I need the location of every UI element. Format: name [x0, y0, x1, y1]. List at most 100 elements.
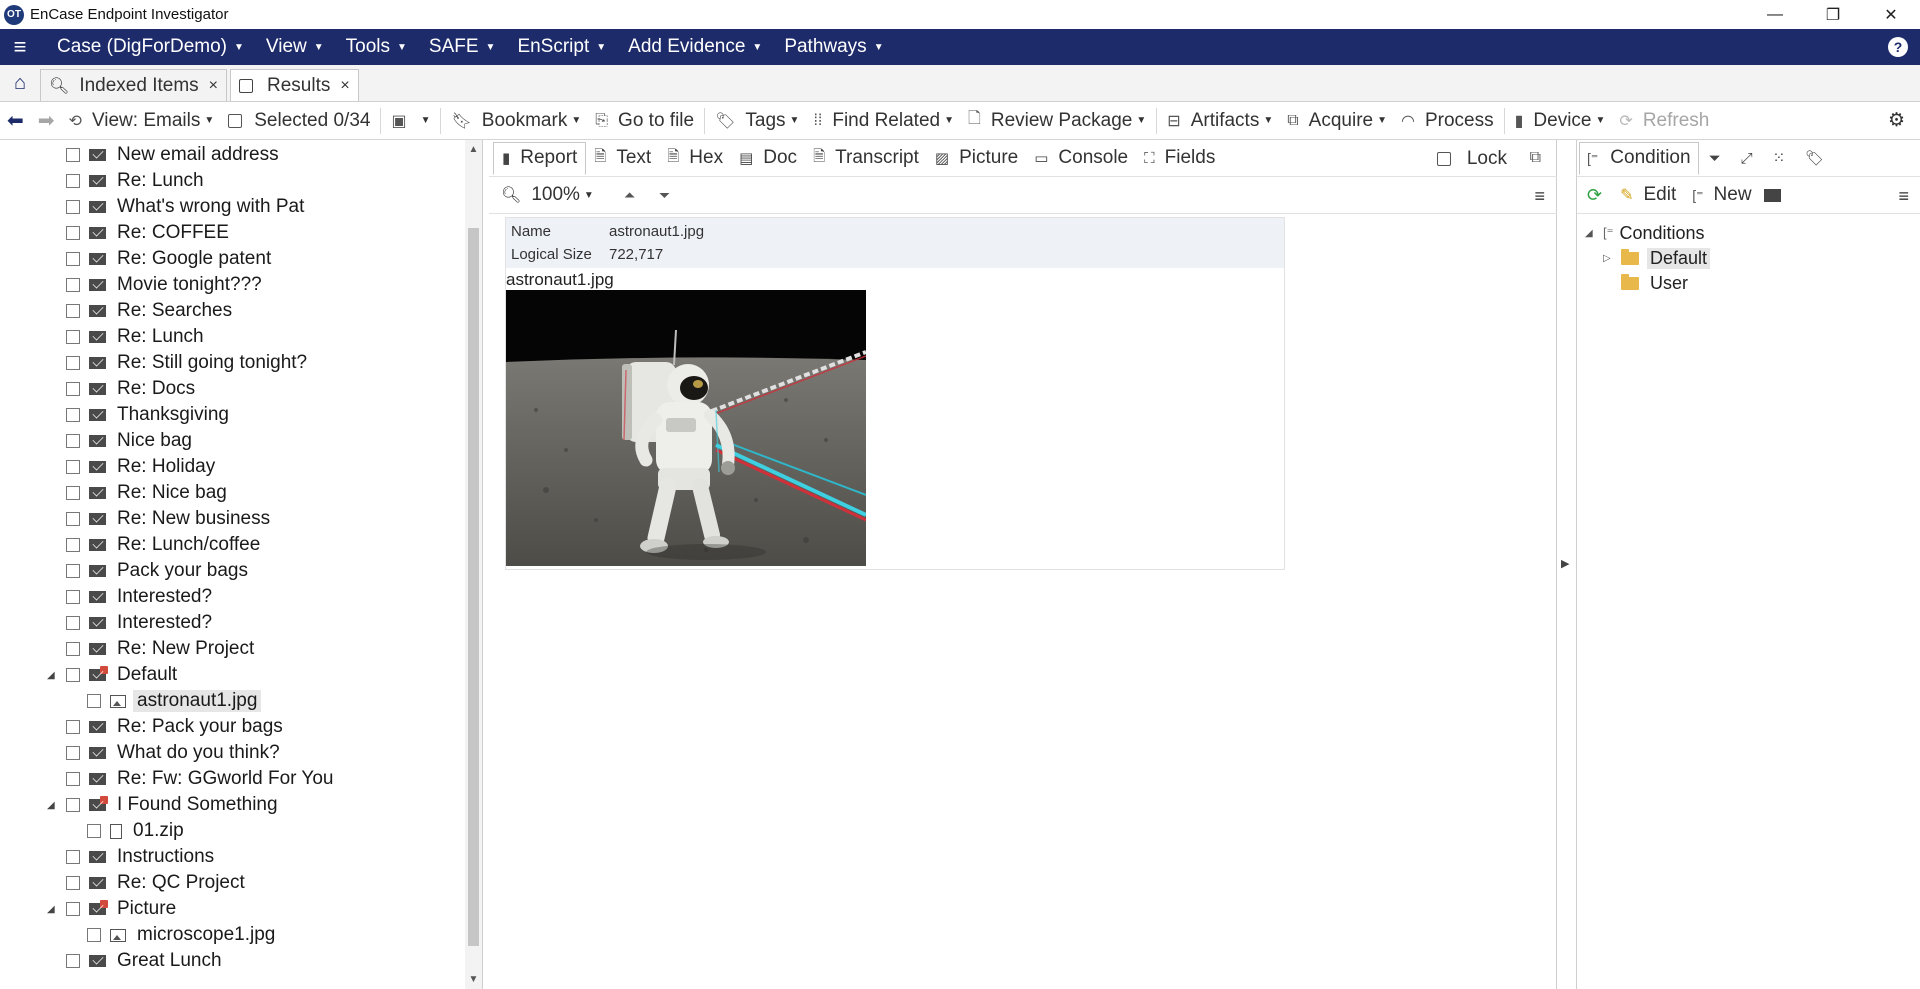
tag-icon[interactable]: 🏷︎: [1805, 149, 1824, 167]
tree-item-email[interactable]: ◢ I Found Something: [47, 792, 278, 818]
tree-item-checkbox[interactable]: [66, 460, 80, 474]
page-down-icon[interactable]: ⏷: [659, 187, 670, 204]
tree-item-checkbox[interactable]: [66, 850, 80, 864]
pencil-icon[interactable]: ✎: [1620, 185, 1633, 205]
tree-item-checkbox[interactable]: [66, 408, 80, 422]
tree-item-checkbox[interactable]: [66, 590, 80, 604]
expand-arrow-icon[interactable]: ▷: [1603, 253, 1613, 264]
tree-item-checkbox[interactable]: [66, 226, 80, 240]
lock-checkbox[interactable]: [1436, 151, 1451, 166]
collapse-arrow-icon[interactable]: ◢: [47, 670, 55, 681]
tree-item-email[interactable]: Re: New business: [66, 506, 270, 532]
tree-item-checkbox[interactable]: [66, 278, 80, 292]
conditions-root[interactable]: ◢ [⁼ Conditions: [1585, 221, 1705, 245]
tab-console[interactable]: ▭ Console: [1026, 142, 1136, 175]
close-tab-icon[interactable]: ×: [209, 77, 218, 95]
tree-item-email[interactable]: Thanksgiving: [66, 402, 229, 428]
tree-item-email[interactable]: Re: Lunch: [66, 324, 204, 350]
tree-item-email[interactable]: Re: QC Project: [66, 870, 245, 896]
collapse-arrow-icon[interactable]: ◢: [47, 800, 55, 811]
tree-item-checkbox[interactable]: [66, 148, 80, 162]
device-button[interactable]: ▮ Device ▼: [1508, 102, 1613, 140]
tree-item-checkbox[interactable]: [66, 252, 80, 266]
tab-hex[interactable]: 🗎︎ Hex: [659, 142, 731, 175]
review-package-button[interactable]: 🗋︎ Review Package ▼: [961, 102, 1153, 140]
lock-toggle[interactable]: Lock: [1436, 140, 1507, 177]
tree-scrollbar[interactable]: ▲ ▼: [465, 140, 482, 989]
tree-item-checkbox[interactable]: [66, 356, 80, 370]
query-icon[interactable]: ⤢: [1741, 150, 1753, 167]
tree-item-checkbox[interactable]: [66, 616, 80, 630]
conditions-options-menu-icon[interactable]: ≡: [1898, 186, 1909, 207]
new-folder-icon[interactable]: [1763, 188, 1781, 202]
close-window-button[interactable]: ✕: [1862, 0, 1920, 29]
tree-item-email[interactable]: Nice bag: [66, 428, 192, 454]
tree-item-email[interactable]: Re: Searches: [66, 298, 232, 324]
scroll-thumb[interactable]: [468, 228, 479, 946]
tree-item-checkbox[interactable]: [66, 174, 80, 188]
restore-button[interactable]: ❐: [1804, 0, 1862, 29]
tree-item-checkbox[interactable]: [87, 824, 101, 838]
tab-indexed-items[interactable]: 🔍︎ Indexed Items ×: [40, 69, 227, 101]
help-icon[interactable]: ?: [1888, 37, 1908, 57]
tree-item-checkbox[interactable]: [66, 954, 80, 968]
tree-item-email[interactable]: Re: COFFEE: [66, 220, 229, 246]
tree-item-email[interactable]: Re: Docs: [66, 376, 195, 402]
tree-item-checkbox[interactable]: [66, 876, 80, 890]
tree-item-file[interactable]: 01.zip: [87, 818, 184, 844]
tab-doc[interactable]: ▤ Doc: [731, 142, 805, 175]
tree-item-checkbox[interactable]: [66, 772, 80, 786]
artifacts-button[interactable]: ⊟ Artifacts ▼: [1160, 102, 1280, 140]
filter-icon[interactable]: ⏷: [1709, 150, 1721, 167]
menu-safe[interactable]: SAFE ▼: [418, 29, 507, 65]
collapse-panel-arrow-icon[interactable]: ▶: [1561, 557, 1569, 570]
tree-item-email[interactable]: What do you think?: [66, 740, 280, 766]
edit-button[interactable]: Edit: [1644, 184, 1677, 206]
tree-item-attachment[interactable]: microscope1.jpg: [87, 922, 275, 948]
tree-item-checkbox[interactable]: [66, 486, 80, 500]
tab-report[interactable]: ▮ Report: [493, 141, 587, 175]
tree-item-checkbox[interactable]: [66, 434, 80, 448]
tree-item-email[interactable]: Re: Fw: GGworld For You: [66, 766, 333, 792]
tree-item-checkbox[interactable]: [66, 564, 80, 578]
settings-gear-icon[interactable]: ⚙: [1881, 102, 1912, 140]
tree-item-email[interactable]: ◢ Picture: [47, 896, 176, 922]
find-related-button[interactable]: ⁞⁞ Find Related ▼: [806, 102, 961, 140]
tree-item-checkbox[interactable]: [66, 746, 80, 760]
refresh-button[interactable]: ⟳ Refresh: [1612, 102, 1716, 140]
tree-item-email[interactable]: Re: New Project: [66, 636, 254, 662]
menu-add-evidence[interactable]: Add Evidence ▼: [617, 29, 773, 65]
tab-condition[interactable]: [⁼ Condition: [1579, 141, 1699, 175]
tree-item-checkbox[interactable]: [66, 330, 80, 344]
condition-folder-user[interactable]: User: [1603, 271, 1688, 295]
tree-item-checkbox[interactable]: [66, 798, 80, 812]
tree-item-email[interactable]: Re: Nice bag: [66, 480, 227, 506]
scroll-up-arrow-icon[interactable]: ▲: [465, 141, 482, 158]
tree-item-checkbox[interactable]: [66, 668, 80, 682]
menu-tools[interactable]: Tools ▼: [335, 29, 418, 65]
condition-folder-default[interactable]: ▷ Default: [1603, 246, 1711, 270]
tree-item-checkbox[interactable]: [66, 304, 80, 318]
page-up-icon[interactable]: ⏶: [624, 187, 635, 204]
back-arrow-icon[interactable]: ⬅: [0, 102, 31, 140]
tree-item-email[interactable]: Great Lunch: [66, 948, 222, 974]
pop-out-icon[interactable]: ⧉: [1530, 149, 1541, 167]
new-button[interactable]: New: [1714, 184, 1752, 206]
refresh-icon[interactable]: ⟳: [1587, 185, 1602, 206]
tree-item-email[interactable]: Re: Pack your bags: [66, 714, 283, 740]
tree-item-email[interactable]: Movie tonight???: [66, 272, 262, 298]
viewer-options-menu-icon[interactable]: ≡: [1534, 186, 1545, 207]
tree-item-attachment[interactable]: astronaut1.jpg: [87, 688, 262, 714]
menu-view[interactable]: View ▼: [255, 29, 335, 65]
tree-item-checkbox[interactable]: [87, 928, 101, 942]
tree-item-email[interactable]: Pack your bags: [66, 558, 248, 584]
tree-item-email[interactable]: Interested?: [66, 584, 212, 610]
hamburger-menu-icon[interactable]: ≡: [0, 29, 40, 65]
tree-item-checkbox[interactable]: [66, 200, 80, 214]
tree-item-checkbox[interactable]: [66, 642, 80, 656]
tree-item-email[interactable]: Instructions: [66, 844, 214, 870]
collapse-arrow-icon[interactable]: ◢: [47, 904, 55, 915]
go-to-file-button[interactable]: ⎘ Go to file: [588, 102, 701, 140]
view-dropdown[interactable]: ⟲ View: Emails ▼: [62, 102, 222, 140]
tree-item-email[interactable]: Re: Lunch/coffee: [66, 532, 260, 558]
